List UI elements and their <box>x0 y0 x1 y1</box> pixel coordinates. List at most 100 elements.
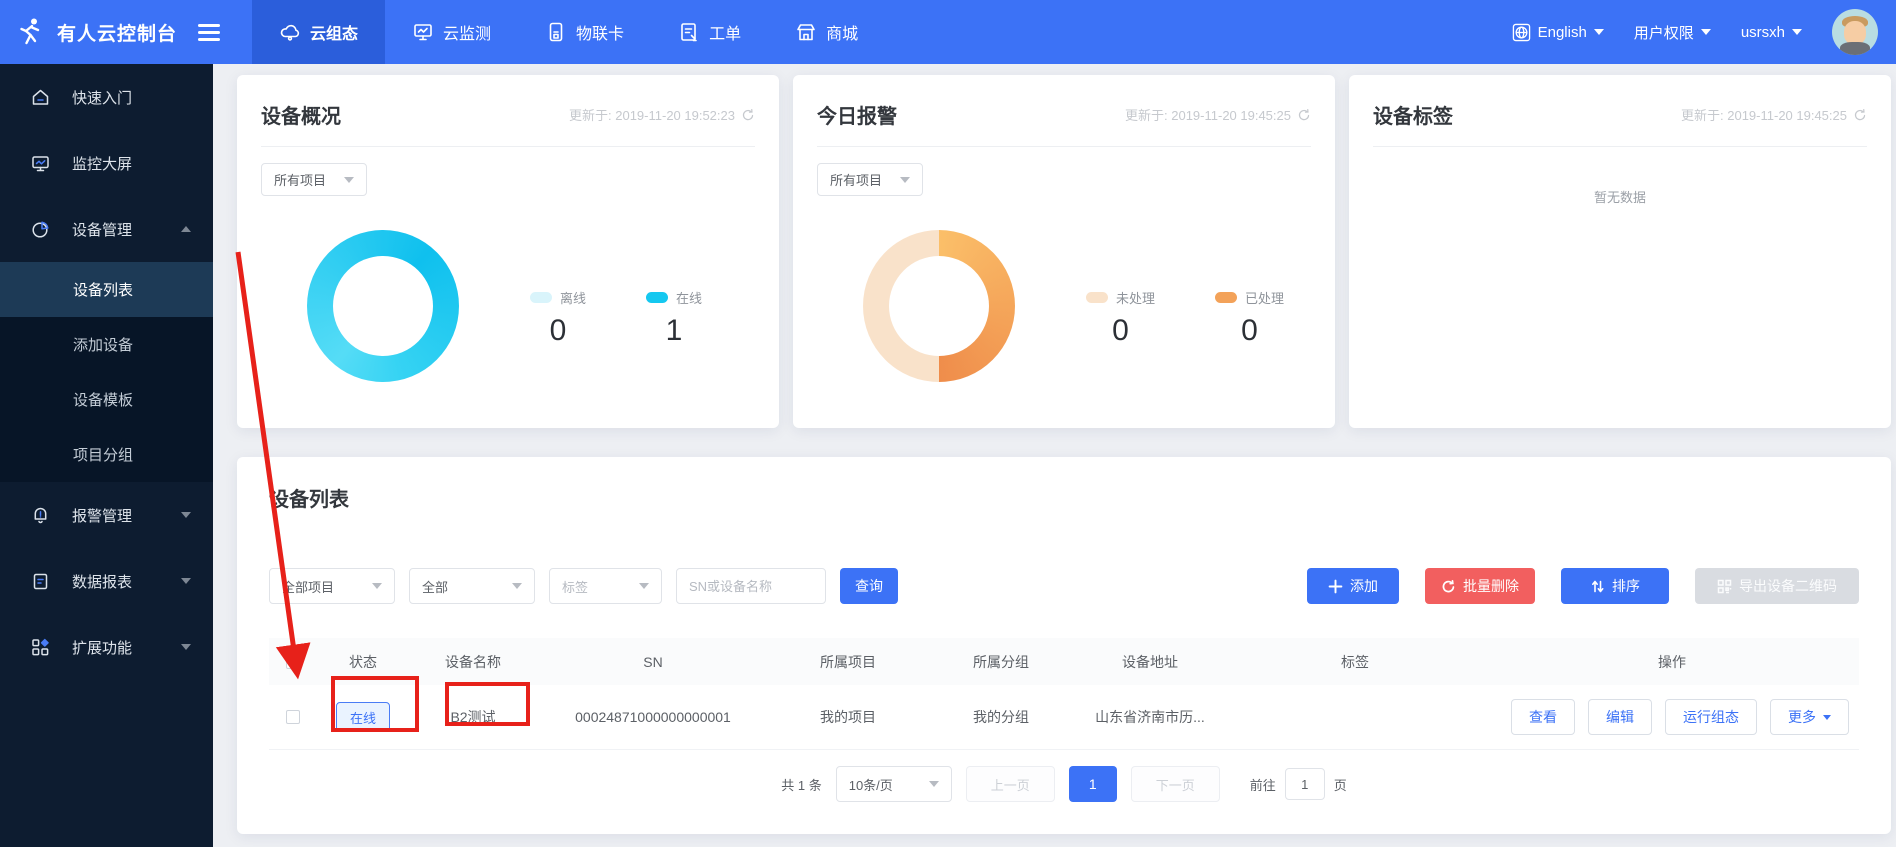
sidebar-item-label: 数据报表 <box>72 573 133 591</box>
sidebar-item-alarm-management[interactable]: 报警管理 <box>0 482 213 548</box>
brand: 有人云控制台 <box>0 16 236 48</box>
sidebar-item-data-report[interactable]: 数据报表 <box>0 548 213 614</box>
row-actions: 查看 编辑 运行组态 更多 <box>1485 699 1859 735</box>
chevron-down-icon <box>181 578 191 584</box>
chevron-down-icon <box>1823 714 1831 720</box>
legend-handled: 已处理 0 <box>1215 288 1284 348</box>
page-size-select[interactable]: 10条/页 <box>835 766 952 802</box>
table-row: 在线 B2测试 00024871000000000001 我的项目 我的分组 山… <box>269 685 1859 750</box>
sidebar-item-project-group[interactable]: 项目分组 <box>0 427 213 482</box>
sidebar-item-device-list[interactable]: 设备列表 <box>0 262 213 317</box>
sidebar-item-add-device[interactable]: 添加设备 <box>0 317 213 372</box>
run-scada-button[interactable]: 运行组态 <box>1665 699 1757 735</box>
next-page-button[interactable]: 下一页 <box>1130 766 1220 802</box>
sidebar-item-label: 报警管理 <box>72 507 133 525</box>
column-header-status: 状态 <box>349 653 377 670</box>
placeholder-text: 标签 <box>562 579 589 595</box>
goto-prefix: 前往 <box>1249 777 1276 793</box>
refresh-control[interactable]: 更新于: 2019-11-20 19:45:25 <box>1125 105 1311 124</box>
goto-page-input[interactable] <box>1284 768 1325 800</box>
search-input[interactable] <box>676 568 826 604</box>
device-status-legend: 离线 0 在线 1 <box>530 288 702 348</box>
page-number-1[interactable]: 1 <box>1068 766 1117 802</box>
updated-at-text: 更新于: 2019-11-20 19:52:23 <box>569 108 735 123</box>
section-title: 设备列表 <box>269 489 349 511</box>
updated-at-text: 更新于: 2019-11-20 19:45:25 <box>1681 108 1847 123</box>
screen-icon <box>32 155 49 171</box>
device-overview-card: 设备概况 更新于: 2019-11-20 19:52:23 所有项目 离线 0 … <box>237 75 779 428</box>
sidebar-item-monitor-screen[interactable]: 监控大屏 <box>0 130 213 196</box>
column-header-address: 设备地址 <box>1122 653 1178 670</box>
tab-iot-sim[interactable]: 物联卡 <box>518 0 651 64</box>
pending-count: 0 <box>1112 314 1129 347</box>
scope-select[interactable]: 全部 <box>409 568 535 604</box>
sidebar-item-device-management[interactable]: 设备管理 <box>0 196 213 262</box>
alarm-status-legend: 未处理 0 已处理 0 <box>1086 288 1284 348</box>
refresh-control[interactable]: 更新于: 2019-11-20 19:52:23 <box>569 105 755 124</box>
select-all-checkbox[interactable] <box>286 654 300 669</box>
edit-button[interactable]: 编辑 <box>1588 699 1652 735</box>
sort-button[interactable]: 排序 <box>1561 568 1669 604</box>
updated-at-text: 更新于: 2019-11-20 19:45:25 <box>1125 108 1291 123</box>
username-menu[interactable]: usrsxh <box>1741 24 1802 41</box>
project-filter-select[interactable]: 所有项目 <box>817 163 923 196</box>
submenu-item-label: 设备列表 <box>73 282 134 299</box>
sort-arrows-icon <box>1592 580 1604 592</box>
project-select[interactable]: 全部项目 <box>269 568 395 604</box>
tab-label: 云监测 <box>443 26 492 43</box>
refresh-control[interactable]: 更新于: 2019-11-20 19:45:25 <box>1681 105 1867 124</box>
legend-online: 在线 1 <box>646 288 702 348</box>
tab-work-order[interactable]: 工单 <box>651 0 768 64</box>
top-navbar: 有人云控制台 云组态 云监测 物联卡 工单 商城 English 用户权限 us… <box>0 0 1896 64</box>
row-checkbox[interactable] <box>286 710 300 724</box>
view-button[interactable]: 查看 <box>1511 699 1575 735</box>
sidebar-item-extended-functions[interactable]: 扩展功能 <box>0 614 213 680</box>
refresh-icon <box>742 108 754 120</box>
submenu-item-label: 添加设备 <box>73 337 134 354</box>
chevron-down-icon <box>928 781 939 787</box>
user-avatar[interactable] <box>1832 9 1878 55</box>
export-qrcode-button[interactable]: 导出设备二维码 <box>1695 568 1859 604</box>
username-label: usrsxh <box>1740 23 1785 41</box>
navbar-right: English 用户权限 usrsxh <box>1512 9 1896 55</box>
tab-cloud-monitor[interactable]: 云监测 <box>385 0 518 64</box>
usr-logo-icon <box>20 18 40 45</box>
batch-delete-button[interactable]: 批量删除 <box>1425 568 1535 604</box>
button-label: 添加 <box>1350 578 1378 594</box>
tag-select[interactable]: 标签 <box>549 568 662 604</box>
qr-code-icon <box>1717 579 1732 593</box>
language-label: English <box>1537 23 1587 41</box>
sidebar-item-device-template[interactable]: 设备模板 <box>0 372 213 427</box>
device-tag-card: 设备标签 更新于: 2019-11-20 19:45:25 暂无数据 <box>1349 75 1891 428</box>
refresh-icon <box>1298 108 1310 120</box>
card-title: 设备概况 <box>261 106 341 128</box>
tab-mall[interactable]: 商城 <box>768 0 885 64</box>
status-badge-online[interactable]: 在线 <box>335 702 390 732</box>
language-switcher[interactable]: English <box>1512 23 1604 42</box>
add-device-button[interactable]: 添加 <box>1307 568 1399 604</box>
button-label: 更多 <box>1788 709 1816 725</box>
tab-cloud-scada[interactable]: 云组态 <box>252 0 386 64</box>
sidebar: 快速入门 监控大屏 设备管理 设备列表 添加设备 设备模板 项目分组 报警管理 … <box>0 64 213 847</box>
online-count: 1 <box>665 314 683 347</box>
hamburger-menu-icon[interactable] <box>198 23 221 41</box>
cloud-icon <box>280 24 300 41</box>
handled-count: 0 <box>1241 314 1258 347</box>
offline-label: 离线 <box>560 291 587 306</box>
tab-label: 工单 <box>709 26 742 43</box>
project-filter-select[interactable]: 所有项目 <box>261 163 367 196</box>
sidebar-item-quick-start[interactable]: 快速入门 <box>0 64 213 130</box>
selected-option: 所有项目 <box>274 173 327 188</box>
table-header-row: 状态 设备名称 SN 所属项目 所属分组 设备地址 标签 操作 <box>269 638 1859 685</box>
user-permission-menu[interactable]: 用户权限 <box>1634 22 1711 43</box>
more-button[interactable]: 更多 <box>1770 699 1849 735</box>
submenu-item-label: 项目分组 <box>73 447 134 464</box>
app-root: 有人云控制台 云组态 云监测 物联卡 工单 商城 English 用户权限 us… <box>0 0 1896 847</box>
submenu-item-label: 设备模板 <box>73 392 134 409</box>
search-button[interactable]: 查询 <box>840 568 898 604</box>
device-group-cell: 我的分组 <box>973 709 1029 725</box>
chevron-down-icon <box>181 644 191 650</box>
offline-count: 0 <box>549 314 567 347</box>
prev-page-button[interactable]: 上一页 <box>965 766 1055 802</box>
pie-chart-icon <box>32 220 49 238</box>
